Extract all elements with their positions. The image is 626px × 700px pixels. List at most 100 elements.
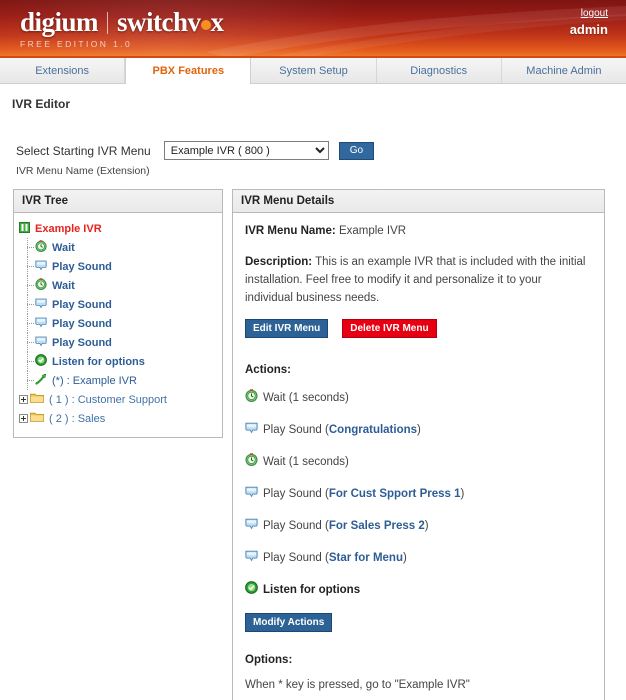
action-text: Wait (1 seconds)	[263, 455, 349, 468]
sound-icon	[35, 259, 47, 274]
edit-ivr-menu-button[interactable]: Edit IVR Menu	[245, 319, 329, 338]
expand-icon[interactable]	[19, 414, 28, 423]
tree-node-goto-example-ivr[interactable]: (*) : Example IVR	[18, 371, 218, 390]
listen-icon	[35, 354, 47, 369]
tree-guide-tee	[27, 361, 34, 362]
action-row: Listen for options	[245, 581, 592, 599]
ivr-select-hint: IVR Menu Name (Extension)	[16, 165, 150, 177]
action-text: Play Sound (	[263, 423, 329, 436]
action-row: Wait (1 seconds)	[245, 389, 592, 407]
tree-node-label: Play Sound	[52, 298, 112, 311]
action-row: Play Sound (For Cust Spport Press 1)	[245, 485, 592, 503]
tree-node-label: Wait	[52, 241, 75, 254]
action-text: Play Sound (	[263, 487, 329, 500]
tree-guide-tee	[27, 342, 34, 343]
ivr-tree-body: Example IVR Wait Play Sound Wait Play So…	[14, 213, 222, 437]
tree-node-play-sound-1[interactable]: Play Sound	[18, 257, 218, 276]
actions-section-title: Actions:	[245, 364, 291, 376]
action-tail: )	[460, 487, 465, 500]
action-argument: For Sales Press 2	[328, 519, 425, 532]
goto-icon	[35, 373, 47, 388]
tree-guide-tee	[27, 247, 34, 248]
tree-node-customer-support[interactable]: ( 1 ) : Customer Support	[18, 390, 218, 409]
tree-node-label: ( 1 ) : Customer Support	[49, 393, 167, 406]
logo-digium: digium	[20, 7, 99, 37]
listen-icon	[245, 581, 258, 599]
page-content: IVR Editor Select Starting IVR Menu Exam…	[0, 97, 626, 700]
panels-container: IVR Tree Example IVR Wait Play Sound Wai…	[10, 189, 616, 700]
tree-node-label: Play Sound	[52, 317, 112, 330]
action-argument: For Cust Spport Press 1	[328, 487, 461, 500]
tree-node-label: Play Sound	[52, 260, 112, 273]
sound-icon	[35, 335, 47, 350]
action-argument: Star for Menu	[328, 551, 403, 564]
tab-extensions[interactable]: Extensions	[0, 58, 126, 83]
ivr-description-row: Description: This is an example IVR that…	[245, 253, 592, 307]
action-text: Play Sound (	[263, 519, 329, 532]
tree-node-label: (*) : Example IVR	[52, 374, 137, 387]
starting-ivr-menu-select[interactable]: Example IVR ( 800 )	[163, 141, 329, 160]
tree-node-play-sound-2[interactable]: Play Sound	[18, 295, 218, 314]
logo-edition-label: Free Edition 1.0	[20, 39, 133, 49]
brand-logo: digium switchv x Free Edition 1.0	[20, 7, 224, 49]
logo-orange-dot-icon	[200, 20, 211, 30]
tree-node-play-sound-4[interactable]: Play Sound	[18, 333, 218, 352]
sound-icon	[35, 316, 47, 331]
tree-guide-tee	[27, 323, 34, 324]
tree-guide-tee	[27, 285, 34, 286]
action-row: Play Sound (For Sales Press 2)	[245, 517, 592, 535]
tree-node-play-sound-3[interactable]: Play Sound	[18, 314, 218, 333]
tab-diagnostics[interactable]: Diagnostics	[376, 58, 502, 83]
wait-icon	[245, 389, 258, 407]
ivr-menu-details-panel: IVR Menu Details IVR Menu Name: Example …	[232, 189, 605, 700]
action-text: Wait (1 seconds)	[263, 391, 349, 404]
sound-icon	[35, 297, 47, 312]
main-navigation-tabs: Extensions PBX Features System Setup Dia…	[0, 58, 626, 84]
ivr-tree-panel: IVR Tree Example IVR Wait Play Sound Wai…	[13, 189, 223, 438]
folder-icon	[30, 411, 44, 426]
action-argument: Congratulations	[328, 423, 418, 436]
ivr-menu-name-value: Example IVR	[338, 225, 407, 237]
ivr-menu-name-label: IVR Menu Name:	[245, 225, 336, 237]
tree-node-sales[interactable]: ( 2 ) : Sales	[18, 409, 218, 428]
tree-node-listen-for-options[interactable]: Listen for options	[18, 352, 218, 371]
ivr-root-icon	[19, 221, 30, 236]
wait-icon	[245, 453, 258, 471]
sound-icon	[245, 549, 258, 567]
tab-system-setup[interactable]: System Setup	[251, 58, 377, 83]
tree-node-example-ivr[interactable]: Example IVR	[18, 219, 218, 238]
tree-guide-tee	[27, 266, 34, 267]
logo-divider	[107, 12, 109, 34]
sound-icon	[245, 517, 258, 535]
app-header: digium switchv x Free Edition 1.0 logout a…	[0, 0, 626, 58]
tree-node-label: Listen for options	[52, 355, 145, 368]
tab-pbx-features[interactable]: PBX Features	[125, 58, 252, 84]
page-title: IVR Editor	[12, 97, 71, 111]
sound-icon	[245, 485, 258, 503]
ivr-tree-panel-title: IVR Tree	[14, 190, 222, 213]
ivr-details-body: IVR Menu Name: Example IVR Description: …	[233, 213, 604, 700]
tree-node-wait-2[interactable]: Wait	[18, 276, 218, 295]
ivr-menu-name-row: IVR Menu Name: Example IVR	[245, 223, 592, 240]
tree-guide-tee	[27, 304, 34, 305]
tree-node-label: Example IVR	[35, 222, 102, 235]
action-text: Play Sound (	[263, 551, 329, 564]
ivr-select-label: Select Starting IVR Menu	[16, 143, 151, 158]
ivr-menu-selector-row: Select Starting IVR Menu Example IVR ( 8…	[16, 141, 616, 160]
logo-switchvox-tail: x	[210, 7, 225, 37]
delete-ivr-menu-button[interactable]: Delete IVR Menu	[342, 319, 437, 338]
tab-machine-admin[interactable]: Machine Admin	[501, 58, 626, 83]
modify-actions-button[interactable]: Modify Actions	[245, 613, 333, 632]
tree-guide-tee	[27, 380, 34, 381]
folder-icon	[30, 392, 44, 407]
go-button[interactable]: Go	[338, 141, 375, 160]
header-user-area: logout admin	[570, 8, 608, 37]
logo-wordmark: digium switchv x	[20, 7, 224, 37]
options-section-title: Options:	[245, 654, 293, 666]
action-text: Listen for options	[263, 583, 361, 596]
tree-node-wait-1[interactable]: Wait	[18, 238, 218, 257]
option-row: When * key is pressed, go to "Example IV…	[245, 679, 470, 691]
logout-link[interactable]: logout	[570, 8, 608, 19]
expand-icon[interactable]	[19, 395, 28, 404]
